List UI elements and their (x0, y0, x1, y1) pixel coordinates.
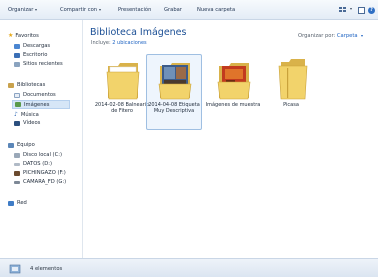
command-bar: Organizar Compartir con Presentación Gra… (0, 0, 378, 20)
sidebar-item-camara[interactable]: CAMARA_FD (G:) (14, 179, 66, 185)
usb-drive-icon (14, 170, 20, 176)
sidebar-item-documentos[interactable]: Documentos (14, 92, 56, 98)
folder-item[interactable]: 2014-04-08 Etiqueta Muy Descriptiva (146, 54, 202, 130)
burn-button[interactable]: Grabar (164, 7, 182, 13)
folder-label: Picasa (283, 102, 299, 108)
share-label: Compartir con (60, 7, 98, 13)
organize-label: Organizar (8, 7, 34, 13)
sidebar-item-label: Equipo (17, 142, 35, 148)
sidebar-item-escritorio[interactable]: Escritorio (14, 52, 47, 58)
folder-images-icon (217, 63, 251, 100)
sidebar-item-label: Disco local (C:) (23, 152, 62, 158)
view-grid-icon (343, 7, 346, 9)
sidebar-item-sitios-recientes[interactable]: Sitios recientes (14, 61, 63, 67)
sidebar-item-label: Favoritos (15, 32, 39, 39)
sidebar-item-musica[interactable]: ♪ Música (14, 111, 39, 118)
network-icon (8, 200, 14, 206)
star-icon: ★ (8, 32, 14, 39)
burn-label: Grabar (164, 7, 182, 13)
arrange-dropdown[interactable]: Carpeta (336, 33, 364, 39)
sidebar-item-label: Bibliotecas (17, 82, 46, 88)
folder-photo-icon (158, 63, 192, 100)
sidebar-item-label: Música (20, 111, 39, 118)
sidebar-item-imagenes[interactable]: Imágenes (12, 100, 71, 109)
sidebar-item-label: Imágenes (24, 101, 50, 108)
status-bar: 4 elementos (0, 258, 378, 277)
help-button[interactable]: ? (368, 7, 375, 14)
folder-item[interactable]: Imágenes de muestra (205, 58, 261, 130)
drive-icon (14, 152, 20, 158)
navigation-pane: ★ Favoritos Descargas Escritorio Sitios … (0, 20, 83, 258)
new-folder-button[interactable]: Nueva carpeta (197, 7, 235, 13)
videos-icon (14, 120, 20, 126)
slideshow-label: Presentación (118, 7, 152, 13)
folder-label: 2014-04-08 Etiqueta Muy Descriptiva (148, 102, 200, 115)
sidebar-item-descargas[interactable]: Descargas (14, 43, 50, 49)
sidebar-item-label: Red (17, 200, 27, 206)
arrange-value: Carpeta (336, 33, 358, 39)
sidebar-item-label: Sitios recientes (23, 61, 63, 67)
chevron-down-icon (35, 8, 38, 11)
view-grid-icon (339, 10, 342, 12)
folder-label: Imágenes de muestra (205, 102, 261, 108)
arrange-by: Organizar por: Carpeta (298, 33, 364, 39)
view-grid-icon (339, 7, 342, 9)
preview-pane-button[interactable] (358, 7, 365, 14)
chevron-down-icon (350, 8, 352, 10)
downloads-icon (14, 43, 20, 49)
sidebar-item-red[interactable]: Red (8, 200, 27, 206)
drive-icon (14, 180, 20, 184)
documents-icon (14, 92, 20, 98)
sidebar-item-bibliotecas[interactable]: Bibliotecas (8, 82, 45, 88)
change-view-button[interactable] (338, 4, 352, 16)
chevron-down-icon (361, 34, 364, 37)
sidebar-item-label: Vídeos (23, 120, 41, 126)
library-icon (9, 264, 21, 274)
new-folder-label: Nueva carpeta (197, 7, 236, 13)
view-grid-icon (343, 10, 346, 12)
drive-icon (14, 162, 20, 166)
arrange-label: Organizar por: (298, 33, 336, 39)
share-button[interactable]: Compartir con (60, 7, 102, 13)
folder-item[interactable]: Picasa (265, 58, 317, 130)
libraries-icon (8, 82, 14, 88)
page-title: Biblioteca Imágenes (90, 27, 187, 38)
sidebar-item-label: DATOS (D:) (23, 161, 53, 167)
sidebar-item-label: Descargas (23, 43, 51, 49)
sidebar-item-label: PICHINGAZO (F:) (23, 170, 66, 176)
content-area (84, 20, 378, 258)
chevron-down-icon (99, 8, 102, 11)
item-count: 4 elementos (30, 266, 63, 272)
desktop-icon (14, 52, 20, 58)
slideshow-button[interactable]: Presentación (118, 7, 151, 13)
includes-prefix: Incluye: (91, 40, 111, 46)
sidebar-item-label: Documentos (23, 92, 56, 98)
folder-icon (106, 63, 140, 100)
sidebar-item-disco-local[interactable]: Disco local (C:) (14, 152, 62, 158)
folder-label: 2014-02-08 Balneario de Fitero (94, 102, 150, 115)
sidebar-item-label: CAMARA_FD (G:) (23, 179, 67, 185)
sidebar-item-pichingazo[interactable]: PICHINGAZO (F:) (14, 170, 66, 176)
computer-icon (8, 142, 14, 148)
sidebar-item-label: Escritorio (23, 52, 48, 58)
folder-icon (278, 59, 308, 100)
sidebar-item-datos[interactable]: DATOS (D:) (14, 161, 52, 167)
recent-places-icon (14, 61, 20, 67)
pictures-icon (15, 102, 21, 107)
organize-button[interactable]: Organizar (8, 7, 38, 13)
music-icon: ♪ (14, 111, 18, 118)
folder-item[interactable]: 2014-02-08 Balneario de Fitero (94, 58, 150, 130)
locations-link[interactable]: 2 ubicaciones (112, 40, 146, 46)
sidebar-item-videos[interactable]: Vídeos (14, 120, 40, 126)
sidebar-item-favoritos[interactable]: ★ Favoritos (8, 32, 39, 39)
library-includes: Incluye: 2 ubicaciones (91, 40, 147, 46)
sidebar-item-equipo[interactable]: Equipo (8, 142, 35, 148)
